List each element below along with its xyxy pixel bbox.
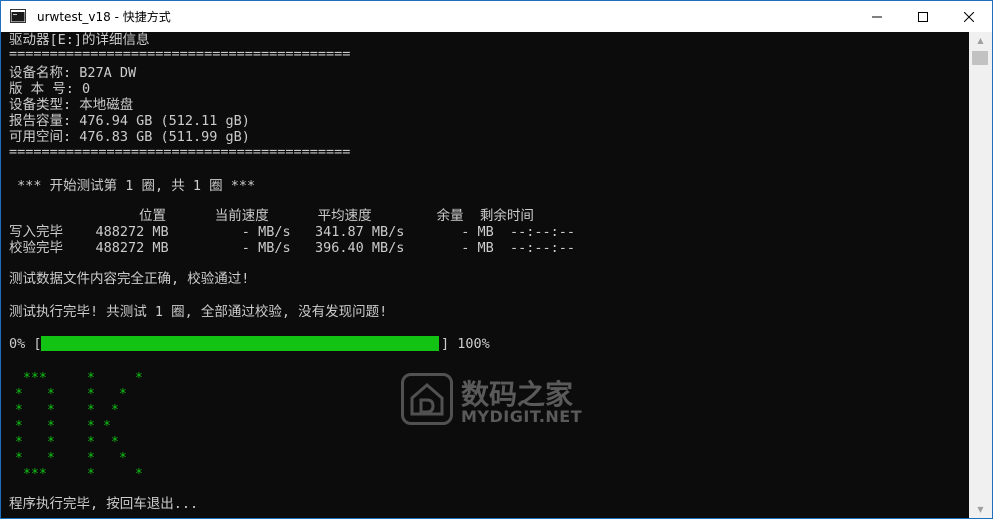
console-line-version: 版 本 号: 0	[9, 81, 91, 97]
watermark-en: MYDIGIT.NET	[461, 407, 583, 426]
console-line-device-type: 设备类型: 本地磁盘	[9, 97, 134, 113]
ok-art-star: *	[39, 467, 47, 482]
ok-art-star: *	[111, 435, 119, 450]
maximize-icon	[918, 11, 928, 22]
ok-art-star: *	[47, 419, 55, 434]
close-button[interactable]	[946, 1, 992, 32]
ok-art-star: *	[15, 419, 23, 434]
ok-art-star: *	[87, 451, 95, 466]
console-app-icon	[10, 9, 26, 23]
console-line-verify-done: 校验完毕 488272 MB - MB/s 396.40 MB/s - MB -…	[9, 240, 576, 256]
console-line-verify-ok: 测试数据文件内容完全正确, 校验通过!	[9, 271, 250, 287]
console-window: urwtest_v18 - 快捷方式 驱动器[E:]的详细信息 ========…	[0, 0, 993, 519]
ok-art-star: *	[103, 419, 111, 434]
scroll-down-icon[interactable]: ▼	[969, 501, 992, 518]
ok-art-star: *	[15, 451, 23, 466]
ok-art-star: *	[15, 403, 23, 418]
ok-art-star: *	[47, 403, 55, 418]
progress-suffix: ] 100%	[441, 336, 490, 352]
ok-art-star: *	[119, 451, 127, 466]
ok-art-star: *	[87, 419, 95, 434]
console-line-separator: ========================================…	[9, 144, 351, 160]
console-line-write-done: 写入完毕 488272 MB - MB/s 341.87 MB/s - MB -…	[9, 224, 576, 240]
vertical-scrollbar[interactable]: ▲ ▼	[969, 32, 992, 518]
console-line-reported-capacity: 报告容量: 476.94 GB (512.11 gB)	[9, 113, 250, 129]
ok-art-star: *	[135, 467, 143, 482]
ok-art-star: *	[87, 435, 95, 450]
console-line-press-enter: 程序执行完毕, 按回车退出...	[9, 496, 199, 512]
ok-art-star: *	[31, 371, 39, 386]
ok-art-star: *	[15, 387, 23, 402]
ok-art-star: *	[23, 371, 31, 386]
console-output[interactable]: 驱动器[E:]的详细信息 ===========================…	[1, 32, 969, 518]
progress-prefix: 0% [	[9, 336, 42, 352]
scroll-up-icon[interactable]: ▲	[969, 32, 992, 49]
ok-art-star: *	[31, 467, 39, 482]
console-line-test-complete: 测试执行完毕! 共测试 1 圈, 全部通过校验, 没有发现问题!	[9, 304, 388, 320]
watermark: 数码之家 MYDIGIT.NET	[401, 373, 601, 426]
ok-art-star: *	[23, 467, 31, 482]
progress-bar-fill	[41, 336, 439, 351]
ok-art-star: *	[135, 371, 143, 386]
console-line-table-header: 位置 当前速度 平均速度 余量 剩余时间	[9, 208, 534, 224]
ok-art-star: *	[87, 403, 95, 418]
watermark-logo-icon	[401, 373, 453, 425]
ok-art-star: *	[47, 435, 55, 450]
ok-art-star: *	[87, 467, 95, 482]
ok-art-star: *	[47, 451, 55, 466]
console-line-device-name: 设备名称: B27A DW	[9, 65, 137, 81]
close-icon	[964, 11, 974, 22]
maximize-button[interactable]	[900, 1, 946, 32]
window-title: urwtest_v18 - 快捷方式	[37, 10, 171, 24]
ok-art-star: *	[119, 387, 127, 402]
title-bar[interactable]: urwtest_v18 - 快捷方式	[1, 1, 992, 32]
console-line-free-space: 可用空间: 476.83 GB (511.99 gB)	[9, 129, 250, 145]
ok-art-star: *	[39, 371, 47, 386]
ok-art-star: *	[87, 371, 95, 386]
minimize-icon	[872, 16, 882, 17]
console-line-separator: ========================================…	[9, 46, 351, 62]
ok-art-star: *	[87, 387, 95, 402]
scroll-thumb[interactable]	[972, 51, 988, 65]
ok-art-star: *	[15, 435, 23, 450]
console-line-test-start: *** 开始测试第 1 圈, 共 1 圈 ***	[9, 178, 256, 194]
ok-art-star: *	[47, 387, 55, 402]
minimize-button[interactable]	[854, 1, 900, 32]
ok-art-star: *	[111, 403, 119, 418]
